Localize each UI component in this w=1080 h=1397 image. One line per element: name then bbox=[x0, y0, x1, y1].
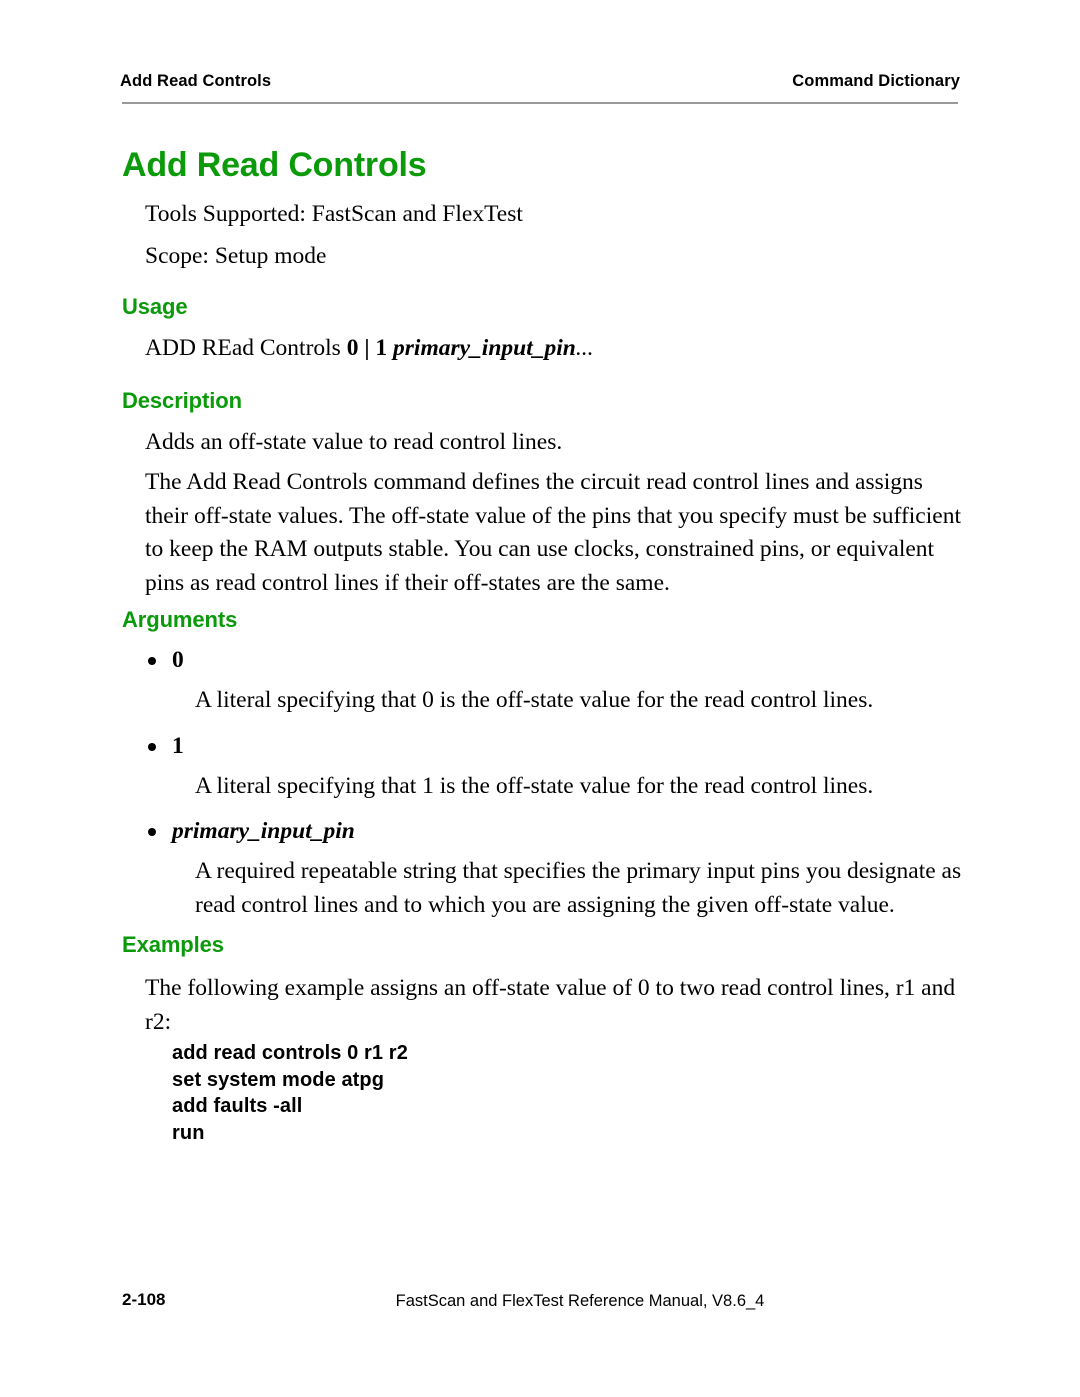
bullet-icon bbox=[148, 657, 156, 665]
running-header-right: Command Dictionary bbox=[792, 72, 960, 90]
description-detail: The Add Read Controls command defines th… bbox=[145, 469, 961, 596]
code-line: add faults -all bbox=[172, 1095, 303, 1117]
bullet-icon bbox=[148, 742, 156, 751]
usage-ellipsis: ... bbox=[575, 335, 594, 361]
argument-label: primary_input_pin bbox=[172, 818, 355, 844]
running-header: Add Read Controls Command Dictionary bbox=[120, 72, 960, 91]
section-heading-arguments: Arguments bbox=[122, 607, 238, 632]
running-header-left: Add Read Controls bbox=[120, 72, 272, 90]
arguments-list: 0 A literal specifying that 0 is the off… bbox=[122, 645, 961, 935]
example-intro-text: The following example assigns an off-sta… bbox=[145, 975, 956, 1035]
list-item: 1 A literal specifying that 1 is the off… bbox=[122, 731, 952, 804]
footer-manual-title: FastScan and FlexTest Reference Manual, … bbox=[395, 1292, 765, 1310]
usage-literal-zero: 0 bbox=[346, 335, 359, 361]
code-line: set system mode atpg bbox=[172, 1068, 385, 1091]
usage-pipe-separator: | bbox=[358, 335, 376, 361]
usage-command-name: ADD REad Controls bbox=[145, 335, 347, 361]
argument-label: 1 bbox=[172, 732, 184, 759]
tools-supported-line: Tools Supported: FastScan and FlexTest bbox=[145, 201, 523, 227]
document-page: Add Read Controls Command Dictionary Add… bbox=[0, 0, 1080, 1397]
usage-literal-one: 1 bbox=[375, 335, 388, 361]
header-divider-rule bbox=[122, 102, 958, 104]
usage-parameter-name: primary_input_pin bbox=[387, 335, 576, 361]
code-line: run bbox=[172, 1121, 205, 1144]
usage-syntax-line: ADD REad Controls 0 | 1 primary_input_pi… bbox=[145, 332, 593, 365]
argument-label: 0 bbox=[172, 647, 184, 673]
description-summary: Adds an off-state value to read control … bbox=[145, 429, 563, 455]
scope-line: Scope: Setup mode bbox=[145, 243, 327, 269]
list-item: primary_input_pin A required repeatable … bbox=[122, 816, 961, 922]
section-heading-examples: Examples bbox=[122, 932, 224, 957]
page-title: Add Read Controls bbox=[122, 146, 427, 184]
argument-description: A literal specifying that 1 is the off-s… bbox=[195, 772, 874, 799]
section-heading-description: Description bbox=[122, 388, 242, 413]
list-item: 0 A literal specifying that 0 is the off… bbox=[122, 645, 952, 718]
argument-description: A required repeatable string that specif… bbox=[195, 858, 962, 918]
code-line: add read controls 0 r1 r2 bbox=[172, 1042, 408, 1064]
argument-description: A literal specifying that 0 is the off-s… bbox=[195, 687, 874, 713]
bullet-icon bbox=[148, 828, 156, 836]
example-code-block: add read controls 0 r1 r2 set system mod… bbox=[172, 1040, 408, 1146]
section-heading-usage: Usage bbox=[122, 294, 188, 319]
